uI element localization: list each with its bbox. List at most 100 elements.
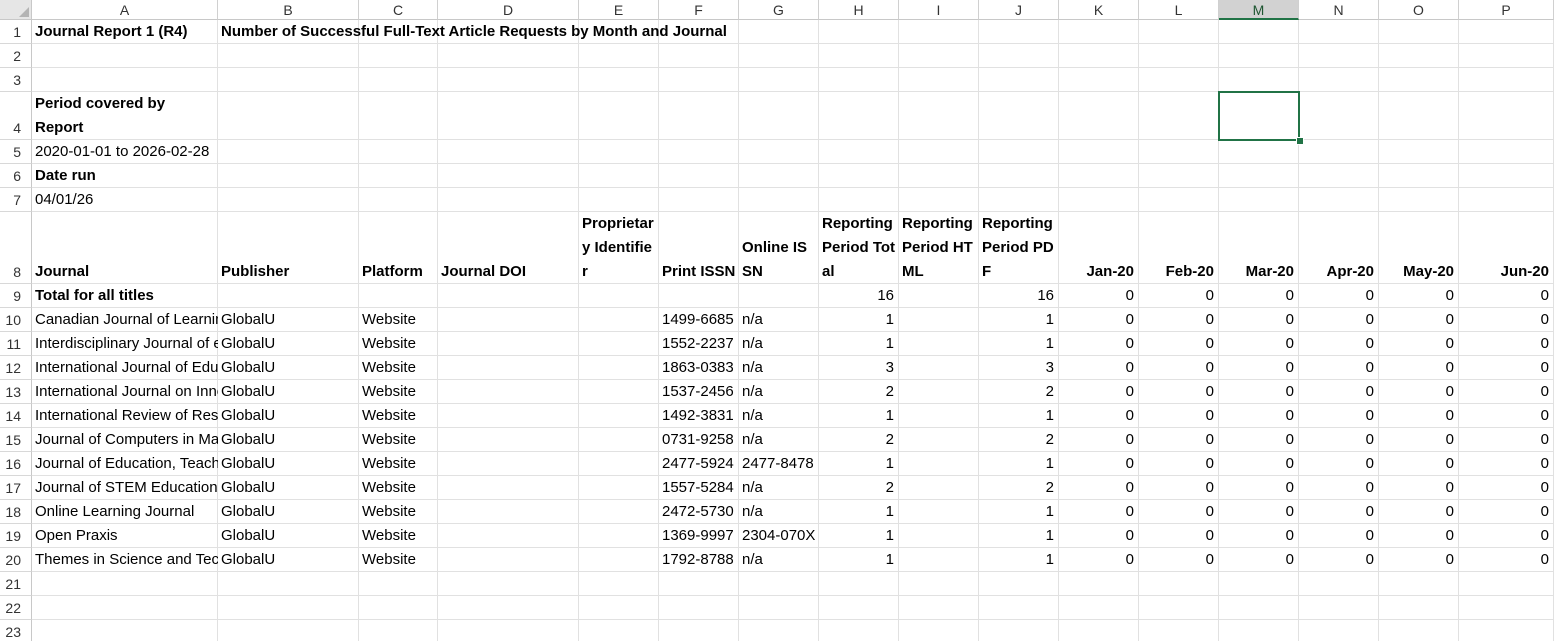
- publisher[interactable]: GlobalU: [218, 476, 359, 500]
- publisher[interactable]: GlobalU: [218, 332, 359, 356]
- month-value[interactable]: 0: [1459, 380, 1554, 404]
- row-header-23[interactable]: 23: [0, 620, 32, 641]
- header-month[interactable]: Jan-20: [1059, 260, 1139, 284]
- publisher[interactable]: GlobalU: [218, 308, 359, 332]
- row-header-14[interactable]: 14: [0, 404, 32, 428]
- row-header-19[interactable]: 19: [0, 524, 32, 548]
- month-value[interactable]: 0: [1379, 404, 1459, 428]
- rp-pdf[interactable]: 1: [979, 452, 1059, 476]
- print-issn[interactable]: 1557-5284: [659, 476, 739, 500]
- month-value[interactable]: 0: [1379, 380, 1459, 404]
- month-value[interactable]: 0: [1379, 332, 1459, 356]
- platform[interactable]: Website: [359, 548, 438, 572]
- month-value[interactable]: 0: [1219, 332, 1299, 356]
- print-issn[interactable]: 0731-9258: [659, 428, 739, 452]
- month-value[interactable]: 0: [1139, 332, 1219, 356]
- row-header-5[interactable]: 5: [0, 140, 32, 164]
- row-header-20[interactable]: 20: [0, 548, 32, 572]
- rp-total[interactable]: 1: [819, 332, 899, 356]
- month-value[interactable]: 0: [1139, 380, 1219, 404]
- fill-handle[interactable]: [1296, 137, 1304, 145]
- print-issn[interactable]: 1492-3831: [659, 404, 739, 428]
- total-month-value[interactable]: 0: [1299, 284, 1379, 308]
- column-header-d[interactable]: D: [438, 0, 579, 20]
- selected-cell[interactable]: [1218, 91, 1300, 141]
- platform[interactable]: Website: [359, 428, 438, 452]
- rp-pdf[interactable]: 1: [979, 308, 1059, 332]
- month-value[interactable]: 0: [1299, 548, 1379, 572]
- rp-pdf[interactable]: 1: [979, 548, 1059, 572]
- report-title[interactable]: Journal Report 1 (R4): [32, 20, 218, 44]
- period-label[interactable]: Period covered by Report: [32, 92, 218, 140]
- month-value[interactable]: 0: [1219, 380, 1299, 404]
- publisher[interactable]: GlobalU: [218, 404, 359, 428]
- month-value[interactable]: 0: [1459, 476, 1554, 500]
- platform[interactable]: Website: [359, 380, 438, 404]
- online-issn[interactable]: n/a: [739, 356, 819, 380]
- platform[interactable]: Website: [359, 476, 438, 500]
- column-header-a[interactable]: A: [32, 0, 218, 20]
- month-value[interactable]: 0: [1459, 524, 1554, 548]
- online-issn[interactable]: n/a: [739, 308, 819, 332]
- header-platform[interactable]: Platform: [359, 212, 438, 284]
- header-doi[interactable]: Journal DOI: [438, 212, 579, 284]
- month-value[interactable]: 0: [1059, 332, 1139, 356]
- row-header-18[interactable]: 18: [0, 500, 32, 524]
- rp-pdf[interactable]: 1: [979, 404, 1059, 428]
- rp-total[interactable]: 1: [819, 308, 899, 332]
- rp-pdf[interactable]: 3: [979, 356, 1059, 380]
- month-value[interactable]: 0: [1299, 380, 1379, 404]
- print-issn[interactable]: 1537-2456: [659, 380, 739, 404]
- platform[interactable]: Website: [359, 452, 438, 476]
- month-value[interactable]: 0: [1299, 428, 1379, 452]
- row-header-3[interactable]: 3: [0, 68, 32, 92]
- report-subtitle[interactable]: Number of Successful Full-Text Article R…: [218, 20, 727, 44]
- month-value[interactable]: 0: [1299, 356, 1379, 380]
- header-online-issn[interactable]: Online ISSN: [739, 212, 819, 284]
- month-value[interactable]: 0: [1299, 332, 1379, 356]
- print-issn[interactable]: 1552-2237: [659, 332, 739, 356]
- month-value[interactable]: 0: [1219, 548, 1299, 572]
- publisher[interactable]: GlobalU: [218, 428, 359, 452]
- print-issn[interactable]: 2472-5730: [659, 500, 739, 524]
- row-header-16[interactable]: 16: [0, 452, 32, 476]
- publisher[interactable]: GlobalU: [218, 500, 359, 524]
- month-value[interactable]: 0: [1299, 500, 1379, 524]
- rp-total[interactable]: 1: [819, 404, 899, 428]
- header-month[interactable]: Jun-20: [1459, 260, 1554, 284]
- month-value[interactable]: 0: [1219, 500, 1299, 524]
- month-value[interactable]: 0: [1379, 476, 1459, 500]
- month-value[interactable]: 0: [1219, 404, 1299, 428]
- column-header-f[interactable]: F: [659, 0, 739, 20]
- print-issn[interactable]: 2477-5924: [659, 452, 739, 476]
- column-header-i[interactable]: I: [899, 0, 979, 20]
- rp-pdf[interactable]: 1: [979, 524, 1059, 548]
- month-value[interactable]: 0: [1459, 332, 1554, 356]
- period-value[interactable]: 2020-01-01 to 2026-02-28: [32, 140, 218, 164]
- column-header-k[interactable]: K: [1059, 0, 1139, 20]
- column-header-g[interactable]: G: [739, 0, 819, 20]
- month-value[interactable]: 0: [1139, 404, 1219, 428]
- header-rp-pdf[interactable]: Reporting Period PDF: [979, 212, 1059, 284]
- journal-name[interactable]: Open Praxis: [32, 524, 218, 548]
- header-prop-id[interactable]: Proprietary Identifier: [579, 212, 659, 284]
- rp-total[interactable]: 3: [819, 356, 899, 380]
- online-issn[interactable]: n/a: [739, 428, 819, 452]
- print-issn[interactable]: 1863-0383: [659, 356, 739, 380]
- header-month[interactable]: Mar-20: [1219, 260, 1299, 284]
- rp-total[interactable]: 1: [819, 548, 899, 572]
- month-value[interactable]: 0: [1139, 308, 1219, 332]
- month-value[interactable]: 0: [1059, 500, 1139, 524]
- rp-total[interactable]: 1: [819, 452, 899, 476]
- print-issn[interactable]: 1792-8788: [659, 548, 739, 572]
- month-value[interactable]: 0: [1379, 548, 1459, 572]
- platform[interactable]: Website: [359, 332, 438, 356]
- journal-name[interactable]: Canadian Journal of Learning and Technol…: [32, 308, 218, 332]
- month-value[interactable]: 0: [1299, 404, 1379, 428]
- row-header-4[interactable]: 4: [0, 92, 32, 140]
- column-header-m[interactable]: M: [1219, 0, 1299, 20]
- month-value[interactable]: 0: [1299, 524, 1379, 548]
- month-value[interactable]: 0: [1059, 524, 1139, 548]
- month-value[interactable]: 0: [1379, 524, 1459, 548]
- month-value[interactable]: 0: [1219, 476, 1299, 500]
